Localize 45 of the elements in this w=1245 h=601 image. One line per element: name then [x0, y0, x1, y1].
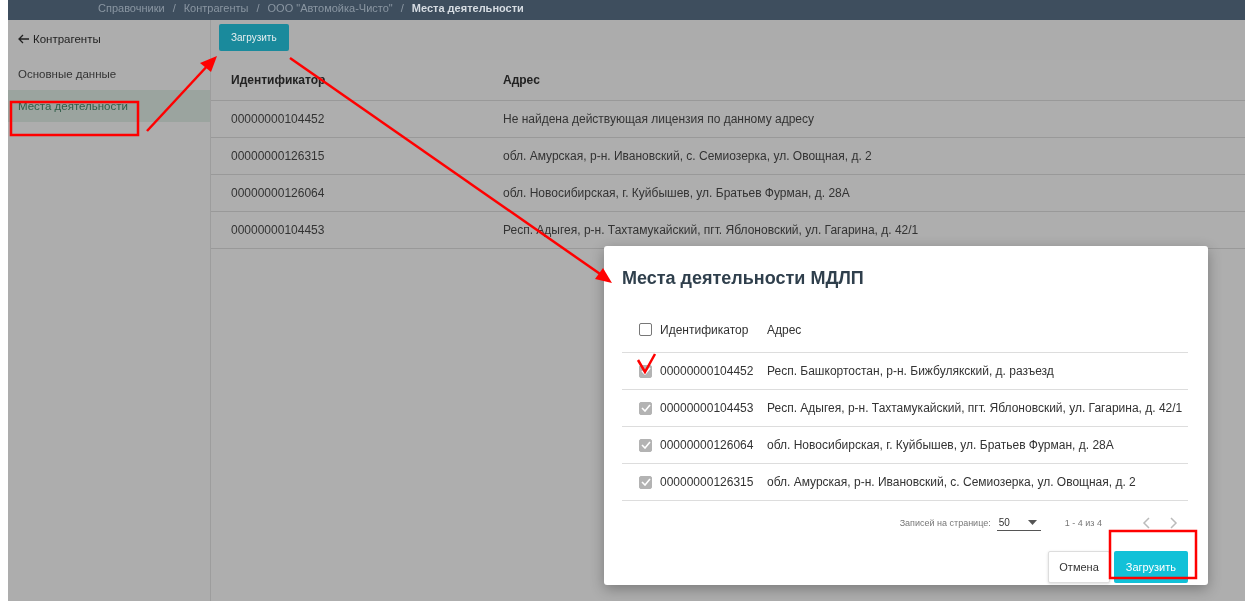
table-cell: Респ. Адыгея, р-н. Тахтамукайский, пгт. Яблоновский, ул. Гагарина, д. 42/1: [503, 223, 919, 237]
breadcrumb-item[interactable]: ООО "Автомойка-Чисто": [267, 2, 393, 14]
back-link[interactable]: Контрагенты: [8, 20, 210, 58]
select-all-checkbox[interactable]: [639, 323, 652, 336]
row-checkbox[interactable]: [639, 438, 652, 452]
table-cell: Не найдена действующая лицензия по данному адресу: [503, 112, 814, 126]
check-mark-annotation: [636, 353, 657, 375]
table-cell-text: 00000000104453: [230, 223, 326, 237]
column-header: Адрес: [767, 322, 802, 337]
load-button[interactable]: Загрузить: [1113, 551, 1188, 583]
table-cell: обл. Новосибирская, г. Куйбышев, ул. Братьев Фурман, д. 28А: [767, 438, 1114, 452]
column-header: Адрес: [503, 73, 540, 87]
previous-page-icon[interactable]: [1142, 517, 1150, 529]
sidebar-item[interactable]: Места деятельности: [8, 90, 210, 122]
breadcrumb-item[interactable]: Контрагенты: [183, 2, 249, 14]
row-checkbox[interactable]: [639, 401, 652, 415]
cancel-button[interactable]: Отмена: [1048, 551, 1110, 583]
rows-per-page-select[interactable]: 50: [996, 515, 1041, 531]
sidebar-item[interactable]: Основные данные: [8, 58, 210, 90]
load-button[interactable]: Загрузить: [219, 24, 289, 51]
page-range: 1 - 4 из 4: [1064, 518, 1102, 528]
breadcrumb-separator: /: [256, 2, 260, 14]
table-cell: обл. Новосибирская, г. Куйбышев, ул. Братьев Фурман, д. 28А: [503, 186, 850, 200]
breadcrumb-separator: /: [172, 2, 176, 14]
row-checkbox[interactable]: [639, 475, 652, 489]
table-cell-text: 00000000104452: [660, 364, 755, 378]
breadcrumb-separator: /: [400, 2, 404, 14]
breadcrumb-item: Места деятельности: [411, 2, 524, 14]
caret-icon: [1027, 520, 1037, 525]
table-cell-text: 00000000126315: [660, 475, 755, 489]
table-cell-text: 00000000104452: [230, 112, 326, 126]
table-cell: обл. Амурская, р-н. Ивановский, с. Семиозерка, ул. Овощная, д. 2: [503, 149, 872, 163]
back-arrow-icon: [18, 34, 30, 44]
next-page-icon[interactable]: [1170, 517, 1178, 529]
table-cell-text: 00000000126315: [230, 149, 326, 163]
table-cell: обл. Амурская, р-н. Ивановский, с. Семиозерка, ул. Овощная, д. 2: [767, 475, 1136, 489]
dialog-title: Места деятельности МДЛП: [622, 268, 865, 289]
table-cell: Респ. Башкортостан, р-н. Бижбулякский, д. разъезд: [767, 364, 1054, 378]
table-cell-text: 00000000126064: [660, 438, 755, 452]
column-header: Идентификатор: [660, 322, 750, 337]
breadcrumb-item[interactable]: Справочники: [98, 2, 165, 14]
rows-per-page-label: Записей на странице:: [899, 518, 991, 528]
table-cell-text: 00000000104453: [660, 401, 755, 415]
table-cell-text: 00000000126064: [230, 186, 326, 200]
table-cell: Респ. Адыгея, р-н. Тахтамукайский, пгт. Яблоновский, ул. Гагарина, д. 42/1: [767, 401, 1183, 415]
